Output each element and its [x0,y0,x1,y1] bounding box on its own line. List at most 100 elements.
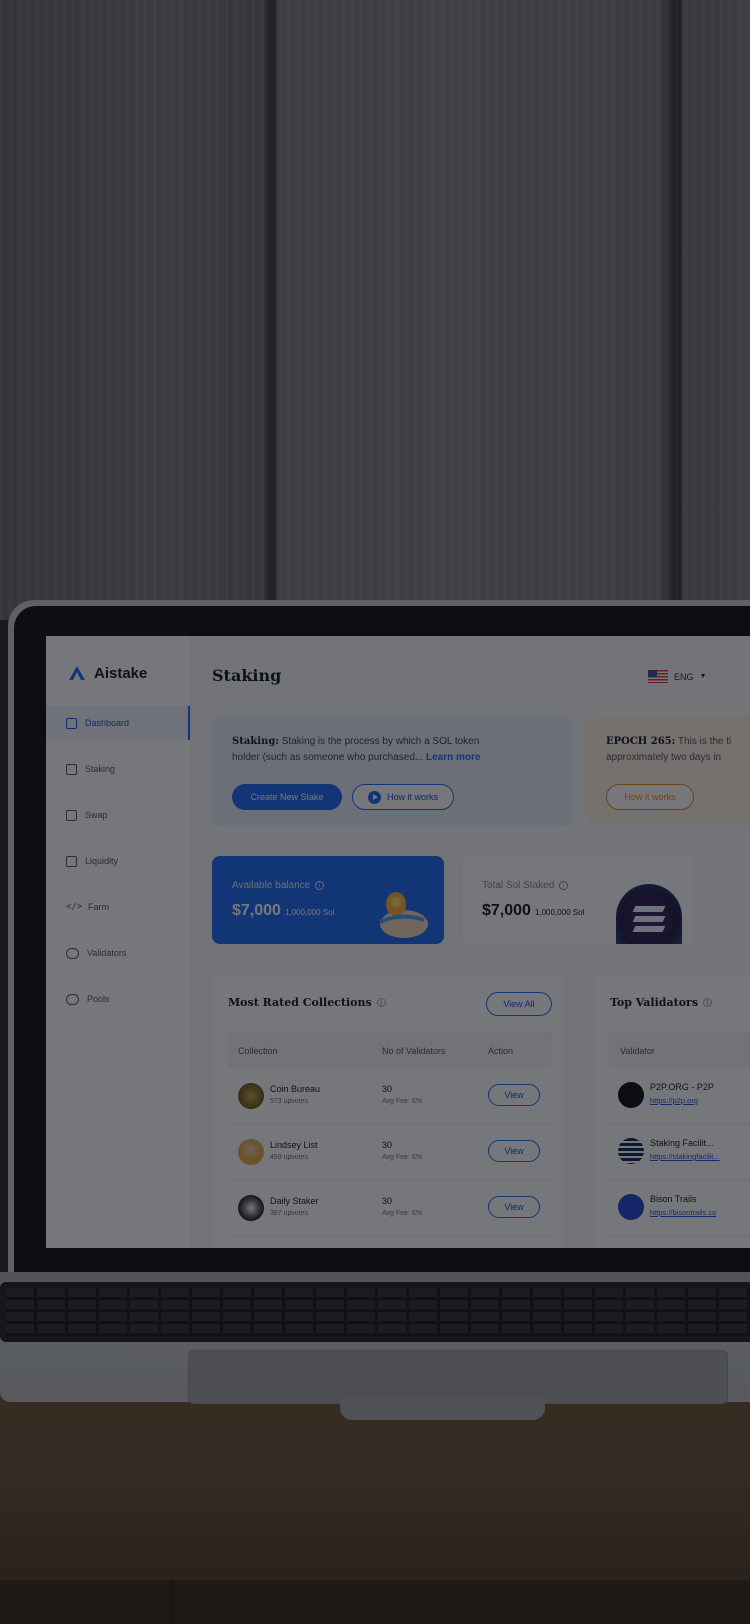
sidebar-item-label: Dashboard [85,718,130,728]
available-balance-title: Available balance [232,880,311,891]
sidebar-item-label: Validators [87,948,127,958]
avg-fee: Avg Fee: 6% [382,1210,422,1217]
collection-upvotes: 459 upvotes [270,1154,309,1161]
top-validators-panel: Top Validators i Validator P2P.ORG - P2P… [594,976,750,1248]
wood-grain [0,0,750,620]
epoch-banner: EPOCH 265: This is the ti approximately … [586,716,750,826]
desk-groove [170,1580,174,1624]
sidebar-item-label: Liquidity [85,856,119,866]
validator-count: 30 [382,1084,393,1094]
view-button[interactable]: View [488,1084,540,1106]
photo-scene: Aistake Dashboard Staking Swap Liquidity… [0,0,750,1624]
collection-name: Daily Staker [270,1196,319,1206]
info-icon[interactable]: i [703,998,713,1007]
available-balance-card: Available balance i $7,000 1,000,000 Sol [212,856,444,944]
collections-title: Most Rated Collections i [228,996,386,1009]
sidebar-item-label: Farm [88,902,109,912]
collections-title-text: Most Rated Collections [228,996,372,1009]
total-staked-sol: 1,000,000 Sol [534,908,585,917]
aistake-logo-icon [69,666,85,680]
app-logo[interactable]: Aistake [68,664,147,682]
app-name: Aistake [94,664,148,682]
epoch-lead: EPOCH 265: [606,736,676,747]
sidebar-item-label: Pools [87,994,110,1004]
validator-count: 30 [382,1140,393,1150]
collection-name: Lindsey List [270,1140,318,1150]
language-label: ENG [674,671,694,682]
validator-count: 30 [382,1196,393,1206]
language-selector[interactable]: ENG ▼ [648,670,706,683]
validator-row[interactable]: Bison Trails https://bisontrails.co [608,1180,750,1237]
column-validator: Validator [620,1046,655,1056]
p2p-logo-icon [618,1082,644,1108]
table-row: Daily Staker 387 upvotes 30 Avg Fee: 6% … [228,1180,552,1237]
epoch-line-2: approximately two days in [606,752,722,763]
desk-edge [0,1580,750,1624]
validator-row[interactable]: Staking Facilit... https://stakingfacili… [608,1124,750,1181]
validators-table-header: Validator [608,1032,750,1068]
epoch-how-it-works-button[interactable]: How it works [606,784,694,810]
chevron-down-icon: ▼ [699,673,707,680]
validator-link[interactable]: https://bisontrails.co [650,1208,716,1217]
sidebar-item-farm[interactable]: </> Farm [46,890,190,924]
swap-icon [66,809,77,821]
laptop-lip [340,1398,545,1420]
create-new-stake-button[interactable]: Create New Stake [232,784,342,810]
total-sol-staked-card: Total Sol Staked i $7,000 1,000,000 Sol [462,856,694,944]
info-icon[interactable]: i [315,881,325,890]
avatar [238,1083,264,1109]
laptop-screen: Aistake Dashboard Staking Swap Liquidity… [46,636,750,1248]
coin-bag-illustration-icon [379,892,428,938]
available-balance-label: Available balance i [232,880,325,891]
column-action: Action [488,1046,514,1056]
how-it-works-label: How it works [386,792,438,802]
validator-name: Staking Facilit... [650,1138,714,1148]
table-row: Lindsey List 459 upvotes 30 Avg Fee: 6% … [228,1124,552,1181]
validator-link[interactable]: https://stakingfacilit... [650,1152,720,1161]
view-all-button[interactable]: View All [486,992,552,1016]
play-icon [367,790,381,804]
solana-bar [632,906,666,912]
code-icon: </> [66,901,83,912]
validators-icon [66,947,79,959]
info-icon[interactable]: i [559,881,569,890]
keyboard-keys [6,1288,750,1336]
validators-title: Top Validators i [610,996,713,1009]
validator-name: Bison Trails [650,1194,697,1204]
view-button[interactable]: View [488,1196,540,1218]
sidebar: Aistake Dashboard Staking Swap Liquidity… [46,636,191,1248]
table-row: Coin Bureau 573 upvotes 30 Avg Fee: 6% V… [228,1068,552,1125]
sidebar-item-staking[interactable]: Staking [46,752,190,786]
epoch-line-1: This is the ti [677,736,732,747]
total-staked-value: $7,000 1,000,000 Sol [482,902,584,920]
bison-trails-logo-icon [618,1194,644,1220]
available-balance-value: $7,000 1,000,000 Sol [232,902,334,920]
sidebar-item-pools[interactable]: Pools [46,982,190,1016]
validator-link[interactable]: https://p2p.org [650,1096,698,1105]
banner-lead: Staking: [232,736,280,747]
sidebar-nav: Dashboard Staking Swap Liquidity </> Far… [46,706,190,1028]
how-it-works-button[interactable]: How it works [352,784,454,810]
page-title: Staking [212,666,282,685]
staking-icon [66,763,77,775]
total-staked-label: Total Sol Staked i [482,880,569,891]
view-button[interactable]: View [488,1140,540,1162]
learn-more-link[interactable]: Learn more [426,752,480,763]
sidebar-item-label: Staking [85,764,116,774]
column-validators: No of Validators [382,1046,446,1056]
avatar [238,1195,264,1221]
main-content: Staking ENG ▼ Staking: Staking is the pr… [190,636,750,1248]
available-balance-sol: 1,000,000 Sol [284,908,335,917]
collection-upvotes: 387 upvotes [270,1210,309,1217]
validators-title-text: Top Validators [610,996,699,1009]
sidebar-item-validators[interactable]: Validators [46,936,190,970]
validator-row[interactable]: P2P.ORG - P2P https://p2p.org [608,1068,750,1125]
card-icon [66,855,77,867]
laptop-trackpad [188,1350,728,1404]
sidebar-item-dashboard[interactable]: Dashboard [46,706,190,740]
us-flag-icon [648,670,668,683]
sidebar-item-swap[interactable]: Swap [46,798,190,832]
sidebar-item-label: Swap [85,810,108,820]
sidebar-item-liquidity[interactable]: Liquidity [46,844,190,878]
info-icon[interactable]: i [376,998,386,1007]
